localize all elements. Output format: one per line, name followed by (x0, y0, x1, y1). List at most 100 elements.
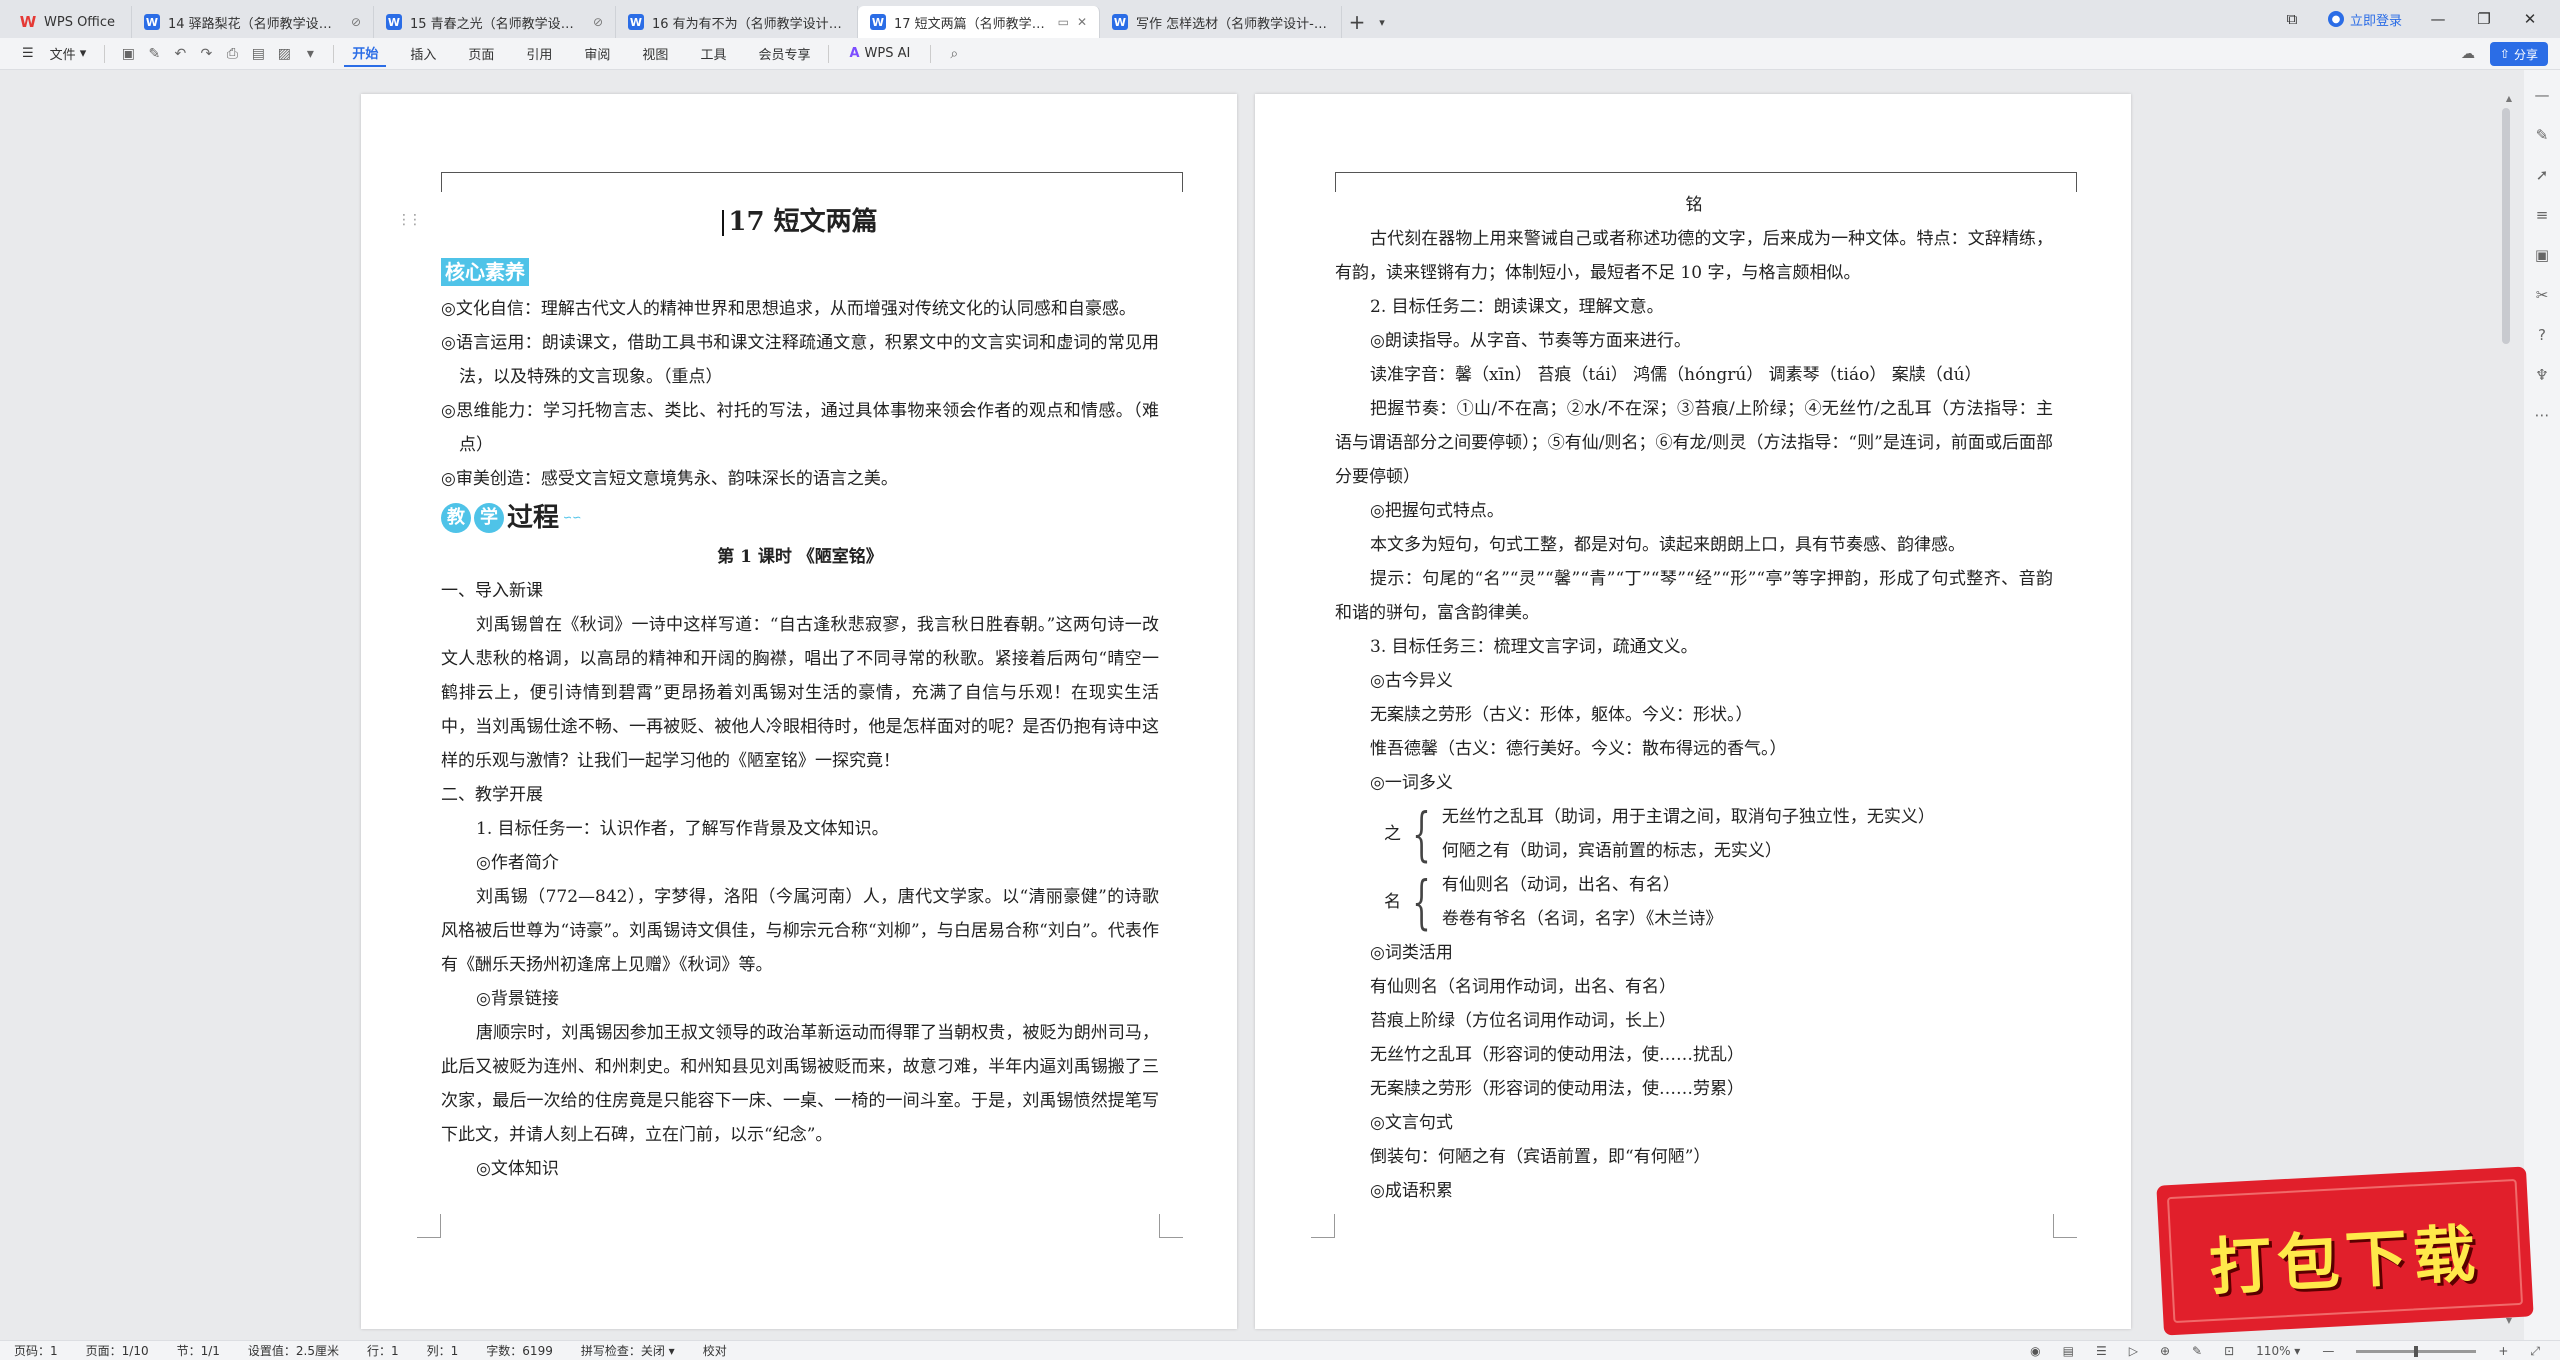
status-spellcheck[interactable]: 拼写检查：关闭 ▾ (581, 1342, 675, 1359)
cloud-sync-icon[interactable]: ☁ (2456, 42, 2480, 66)
drag-handle-icon[interactable]: ⋮⋮ (397, 212, 422, 228)
chevron-down-icon[interactable]: ▾ (297, 41, 323, 67)
document-page-2[interactable]: 铭 古代刻在器物上用来警诫自己或者称述功德的文字，后来成为一种文体。特点：文辞精… (1255, 94, 2131, 1329)
tab-wps-home[interactable]: W WPS Office (8, 6, 132, 38)
menu-icon[interactable]: ☰ (14, 41, 42, 67)
paragraph: 苔痕上阶绿（方位名词用作动词，长上） (1370, 1011, 1676, 1031)
outline-icon[interactable]: ☰ (2096, 1344, 2107, 1358)
status-wordcount[interactable]: 字数：6199 (486, 1342, 553, 1359)
help-icon[interactable]: ? (2531, 326, 2553, 344)
page-2-body[interactable]: 铭 古代刻在器物上用来警诫自己或者称述功德的文字，后来成为一种文体。特点：文辞精… (1335, 188, 2053, 1208)
tab-doc-15[interactable]: W 15 青春之光（名师教学设计-简案） ⊘ (374, 6, 616, 38)
tab-doc-16[interactable]: W 16 有为有不为（名师教学设计-简案） (616, 6, 858, 38)
zoom-out-icon[interactable]: — (2322, 1344, 2334, 1358)
margin-corner (1159, 1214, 1183, 1238)
print-icon[interactable]: ⎙ (219, 41, 245, 67)
paragraph: 有仙则名（名词用作动词，出名、有名） (1370, 977, 1676, 997)
undo-icon[interactable]: ↶ (167, 41, 193, 67)
more-icon[interactable]: ⋯ (2531, 406, 2553, 424)
collapse-icon[interactable]: — (2531, 86, 2553, 104)
scroll-up-icon[interactable]: ▲ (2506, 94, 2512, 103)
status-col[interactable]: 列：1 (427, 1342, 459, 1359)
fit-icon[interactable]: ⊡ (2224, 1344, 2234, 1358)
core-item: ◎文化自信：理解古代文人的精神世界和思想追求，从而增强对传统文化的认同感和自豪感… (441, 299, 1136, 319)
tab-doc-17-active[interactable]: W 17 短文两篇（名师教学设计-简案） ▭ ✕ (858, 6, 1100, 38)
eye-icon[interactable]: ◉ (2030, 1344, 2040, 1358)
paragraph: ◎词类活用 (1370, 943, 1453, 963)
add-tab-icon[interactable]: + (1342, 6, 1372, 38)
polysemy-line: 有仙则名（动词，出名、有名） (1441, 875, 1680, 895)
tab-page[interactable]: 页面 (460, 41, 502, 67)
monitor-icon[interactable]: ▭ (1058, 15, 1069, 29)
shirt-icon[interactable]: ♆ (2531, 366, 2553, 384)
tab-label: 写作 怎样选材（名师教学设计-简案） (1136, 16, 1329, 32)
tab-doc-writing[interactable]: W 写作 怎样选材（名师教学设计-简案） (1100, 6, 1342, 38)
process-rest: 过程 (507, 503, 560, 533)
image-icon[interactable]: ▨ (271, 41, 297, 67)
status-row[interactable]: 行：1 (367, 1342, 399, 1359)
zoom-in-icon[interactable]: + (2498, 1344, 2508, 1358)
pin-icon[interactable]: ⊘ (593, 15, 603, 29)
save-icon[interactable]: ▣ (115, 41, 141, 67)
export-pdf-icon[interactable]: ▤ (245, 41, 271, 67)
tab-home[interactable]: 开始 (344, 41, 387, 67)
login-button[interactable]: ● 立即登录 (2327, 10, 2402, 29)
minimize-icon[interactable]: — (2428, 10, 2448, 28)
page-1-body[interactable]: 17 短文两篇 核心素养 ◎文化自信：理解古代文人的精神世界和思想追求，从而增强… (441, 192, 1159, 1186)
status-pages[interactable]: 页面：1/10 (86, 1342, 149, 1359)
paragraph: 3. 目标任务三：梳理文言字词，疏通文义。 (1370, 637, 1698, 657)
status-proofread[interactable]: 校对 (703, 1342, 727, 1359)
status-section[interactable]: 节：1/1 (177, 1342, 220, 1359)
fullscreen-icon[interactable]: ⤢ (2530, 1344, 2540, 1359)
margin-corner (1311, 1214, 1335, 1238)
redo-icon[interactable]: ↷ (193, 41, 219, 67)
wave-decoration-icon: ∽∽ (563, 511, 582, 524)
status-setting[interactable]: 设置值：2.5厘米 (248, 1342, 339, 1359)
pin-icon[interactable]: ⊘ (351, 15, 361, 29)
layout-icon[interactable]: ⧉ (2282, 10, 2302, 28)
vertical-scrollbar[interactable] (2502, 108, 2510, 344)
status-page[interactable]: 页码：1 (14, 1342, 58, 1359)
share-button[interactable]: ⇧ 分享 (2489, 42, 2548, 66)
core-item: ◎审美创造：感受文言短文意境隽永、韵味深长的语言之美。 (441, 469, 898, 489)
tools-icon[interactable]: ✂ (2531, 286, 2553, 304)
web-icon[interactable]: ⊕ (2160, 1344, 2170, 1358)
zoom-slider-thumb[interactable] (2414, 1345, 2419, 1357)
download-badge[interactable]: 打包下载 (2156, 1166, 2534, 1336)
tab-review[interactable]: 审阅 (576, 41, 618, 67)
document-page-1[interactable]: ⋮⋮ 17 短文两篇 核心素养 ◎文化自信：理解古代文人的精神世界和思想追求，从… (361, 94, 1237, 1329)
edit-icon[interactable]: ✎ (2531, 126, 2553, 144)
paragraph: 刘禹锡（772—842），字梦得，洛阳（今属河南）人，唐代文学家。以“清丽豪健”… (441, 887, 1159, 975)
settings-sliders-icon[interactable]: ≡ (2531, 206, 2553, 224)
search-icon[interactable]: ⌕ (941, 41, 967, 67)
close-window-icon[interactable]: ✕ (2520, 10, 2540, 28)
document-title: 17 短文两篇 (441, 192, 1159, 252)
page-view-icon[interactable]: ▤ (2063, 1344, 2074, 1358)
process-heading: 教 学 过程 ∽∽ (441, 496, 1159, 540)
margin-corner (417, 1214, 441, 1238)
chevron-down-icon[interactable]: ▾ (1372, 6, 1392, 38)
wps-ai-button[interactable]: A WPS AI (839, 46, 920, 61)
zoom-value[interactable]: 110% ▾ (2256, 1344, 2300, 1358)
polysemy-lines: 无丝竹之乱耳（助词，用于主谓之间，取消句子独立性，无实义） 何陋之有（助词，宾语… (1442, 800, 1935, 868)
close-icon[interactable]: ✕ (1077, 15, 1087, 29)
restore-icon[interactable]: ❐ (2474, 10, 2494, 28)
paint-icon[interactable]: ✎ (141, 41, 167, 67)
zoom-slider[interactable] (2356, 1345, 2477, 1357)
pen-icon[interactable]: ✎ (2192, 1344, 2202, 1358)
polysemy-group: 名 { 有仙则名（动词，出名、有名） 卷卷有爷名（名词，名字）《木兰诗》 (1379, 868, 2053, 936)
file-menu[interactable]: 文件 ▾ (42, 41, 95, 67)
tab-doc-14[interactable]: W 14 驿路梨花（名师教学设计-简案） ⊘ (132, 6, 374, 38)
image-edit-icon[interactable]: ▣ (2531, 246, 2553, 264)
tab-insert[interactable]: 插入 (402, 41, 444, 67)
paragraph: ◎一词多义 (1370, 773, 1453, 793)
paragraph: 刘禹锡曾在《秋词》一诗中这样写道：“自古逢秋悲寂寥，我言秋日胜春朝。”这两句诗一… (441, 615, 1159, 771)
select-icon[interactable]: ➚ (2531, 166, 2553, 184)
tab-references[interactable]: 引用 (518, 41, 560, 67)
play-icon[interactable]: ▷ (2129, 1344, 2138, 1358)
paragraph: 读准字音：馨（xīn） 苔痕（tái） 鸿儒（hóngrú） 调素琴（tiáo）… (1370, 365, 1982, 385)
title-text: 17 短文两篇 (728, 207, 878, 237)
tab-tools[interactable]: 工具 (692, 41, 734, 67)
tab-view[interactable]: 视图 (634, 41, 676, 67)
tab-member[interactable]: 会员专享 (750, 41, 818, 67)
